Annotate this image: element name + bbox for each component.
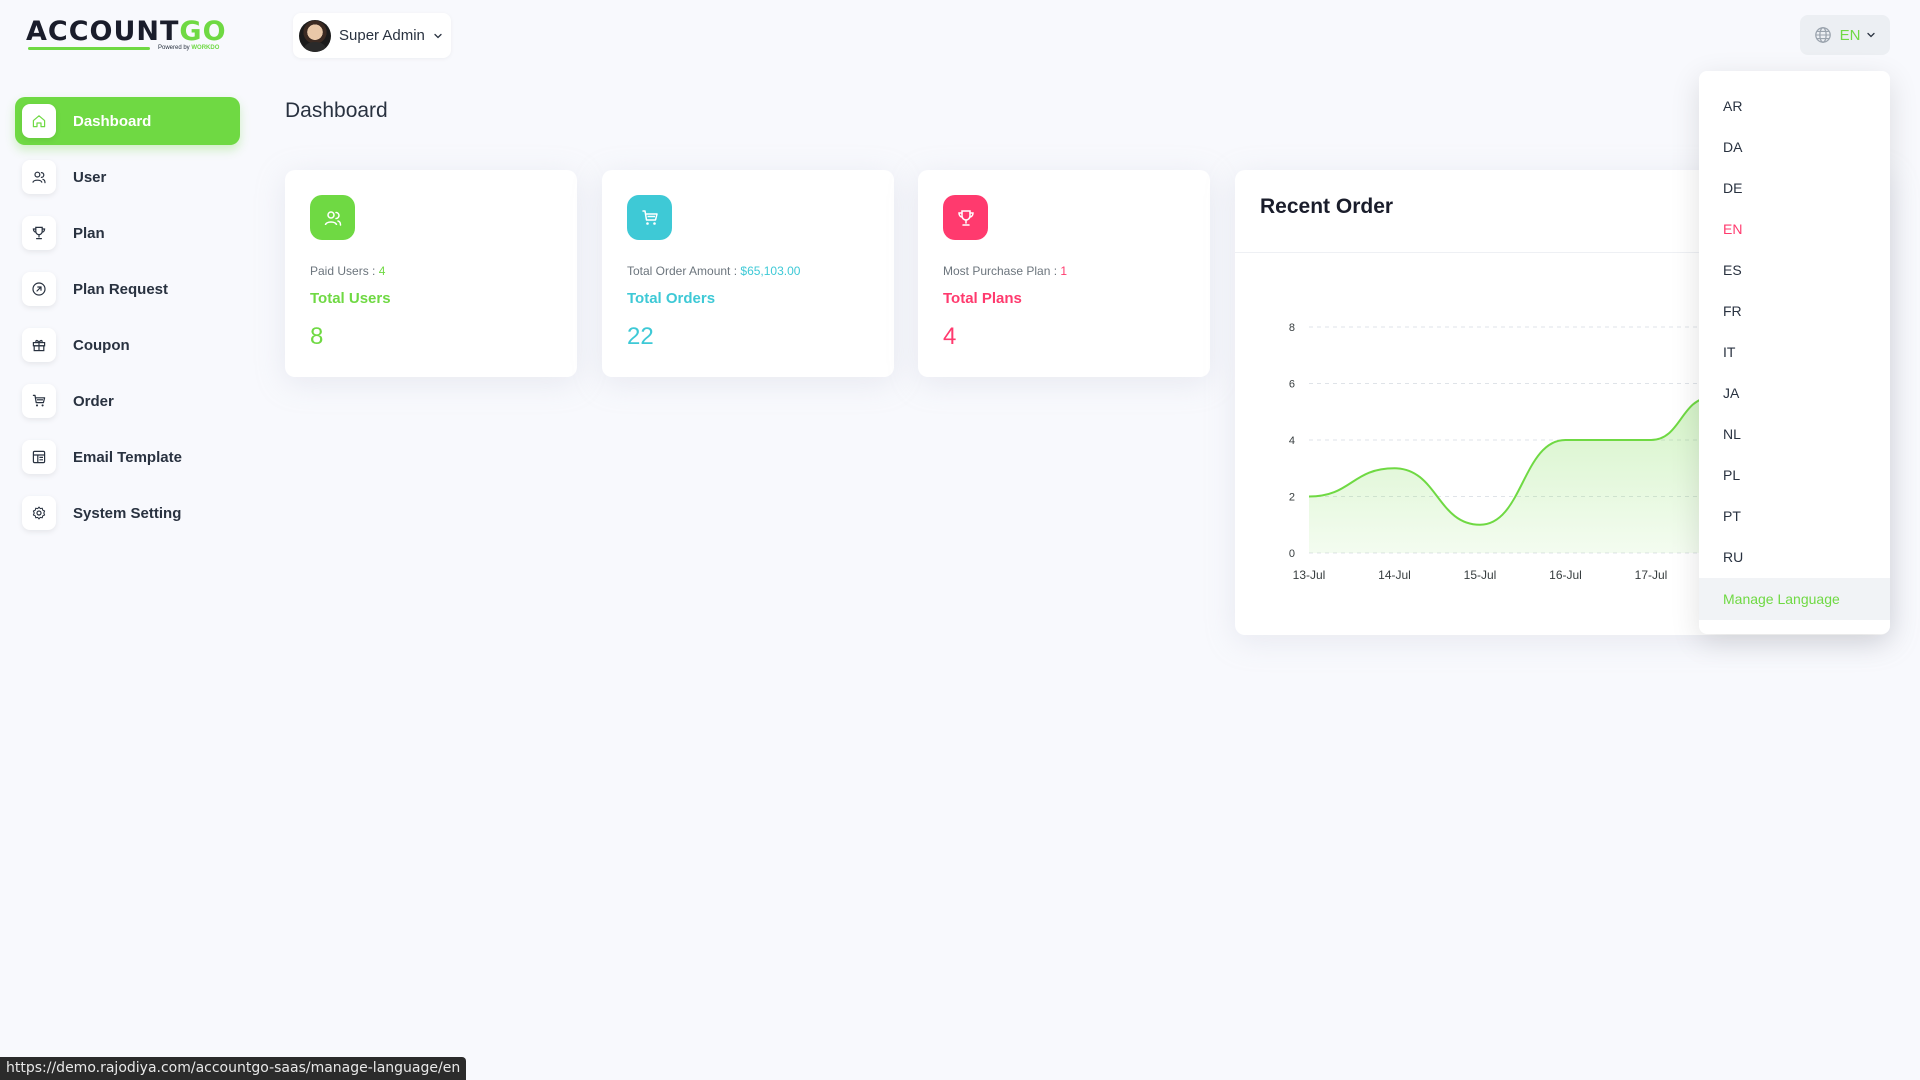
sidebar-icon-box xyxy=(22,216,56,250)
sidebar-item-label: User xyxy=(73,168,107,186)
user-menu-button[interactable]: Super Admin xyxy=(293,13,451,58)
stat-card-total-users: Paid Users : 4 Total Users 8 xyxy=(285,170,577,377)
stat-card-total-plans: Most Purchase Plan : 1 Total Plans 4 xyxy=(918,170,1210,377)
logo-subtext: Powered by WORKDO xyxy=(158,45,220,51)
arrow-up-right-circle-icon xyxy=(32,282,46,296)
trophy-icon xyxy=(32,226,46,240)
language-dropdown: AR DA DE EN ES FR IT JA NL PL PT RU Manage Language xyxy=(1699,71,1890,634)
language-option-pt[interactable]: PT xyxy=(1699,495,1890,536)
users-icon xyxy=(32,171,46,184)
x-tick-label: 14-Jul xyxy=(1378,568,1411,582)
language-option-it[interactable]: IT xyxy=(1699,331,1890,372)
stat-value: 4 xyxy=(943,323,957,350)
y-tick-label: 0 xyxy=(1289,548,1295,560)
stat-title: Total Orders xyxy=(627,290,716,307)
sidebar-icon-box xyxy=(22,104,56,138)
sidebar-item-user[interactable]: User xyxy=(15,153,240,201)
y-tick-label: 4 xyxy=(1289,435,1295,447)
language-option-nl[interactable]: NL xyxy=(1699,413,1890,454)
language-option-ru[interactable]: RU xyxy=(1699,536,1890,577)
logo[interactable]: ACCOUNTGO Powered by WORKDO xyxy=(26,16,232,56)
sidebar-icon-box xyxy=(22,384,56,418)
stat-icon-box xyxy=(310,195,355,240)
user-name: Super Admin xyxy=(339,27,425,44)
template-icon xyxy=(32,450,46,464)
gift-icon xyxy=(32,339,46,352)
sidebar-item-label: Dashboard xyxy=(73,112,152,130)
sidebar-icon-box xyxy=(22,272,56,306)
status-bar-url: https://demo.rajodiya.com/accountgo-saas… xyxy=(0,1057,467,1080)
sidebar-item-system-setting[interactable]: System Setting xyxy=(15,489,240,537)
stat-subtext: Most Purchase Plan : 1 xyxy=(943,264,1068,278)
stat-title: Total Plans xyxy=(943,290,1022,307)
sidebar-icon-box xyxy=(22,440,56,474)
stat-card-total-orders: Total Order Amount : $65,103.00 Total Ord… xyxy=(602,170,894,377)
sidebar-item-plan[interactable]: Plan xyxy=(15,209,240,257)
avatar xyxy=(299,19,331,52)
stat-subtext: Total Order Amount : $65,103.00 xyxy=(627,264,801,278)
chart-title: Recent Order xyxy=(1260,195,1394,218)
stat-value: 8 xyxy=(310,323,324,350)
sidebar-nav: Dashboard User Plan Plan Request Coupon Order… xyxy=(15,97,240,545)
language-option-en[interactable]: EN xyxy=(1699,208,1890,249)
sidebar-item-email-template[interactable]: Email Template xyxy=(15,433,240,481)
sidebar-item-dashboard[interactable]: Dashboard xyxy=(15,97,240,145)
stat-subtext: Paid Users : 4 xyxy=(310,264,386,278)
sidebar-item-label: Coupon xyxy=(73,336,130,354)
gear-icon xyxy=(32,506,46,520)
sidebar-item-coupon[interactable]: Coupon xyxy=(15,321,240,369)
users-icon xyxy=(324,210,341,226)
x-tick-label: 15-Jul xyxy=(1464,568,1497,582)
language-option-ar[interactable]: AR xyxy=(1699,85,1890,126)
logo-text: ACCOUNTGO xyxy=(26,16,227,47)
language-option-da[interactable]: DA xyxy=(1699,126,1890,167)
page-title: Dashboard xyxy=(285,99,388,122)
stat-icon-box xyxy=(627,195,672,240)
y-tick-label: 2 xyxy=(1289,492,1295,504)
sidebar-item-order[interactable]: Order xyxy=(15,377,240,425)
cart-icon xyxy=(32,394,46,407)
logo-underline xyxy=(28,47,150,50)
chevron-down-icon xyxy=(434,33,442,38)
sidebar-icon-box xyxy=(22,496,56,530)
language-option-pl[interactable]: PL xyxy=(1699,454,1890,495)
sidebar-item-label: Order xyxy=(73,392,114,410)
x-tick-label: 17-Jul xyxy=(1635,568,1668,582)
language-code: EN xyxy=(1839,26,1861,44)
language-option-de[interactable]: DE xyxy=(1699,167,1890,208)
sidebar: ACCOUNTGO Powered by WORKDO Dashboard Use… xyxy=(0,0,255,1080)
y-tick-label: 8 xyxy=(1289,322,1295,334)
manage-language-link[interactable]: Manage Language xyxy=(1699,578,1890,620)
chevron-down-icon xyxy=(1867,32,1876,38)
x-tick-label: 13-Jul xyxy=(1293,568,1326,582)
sidebar-item-label: Email Template xyxy=(73,448,182,466)
stat-icon-box xyxy=(943,195,988,240)
y-tick-label: 6 xyxy=(1289,379,1295,391)
sidebar-icon-box xyxy=(22,328,56,362)
language-option-fr[interactable]: FR xyxy=(1699,290,1890,331)
language-option-ja[interactable]: JA xyxy=(1699,372,1890,413)
trophy-icon xyxy=(957,209,974,226)
stat-title: Total Users xyxy=(310,290,391,307)
sidebar-item-label: System Setting xyxy=(73,504,182,522)
x-tick-label: 16-Jul xyxy=(1549,568,1582,582)
language-button[interactable]: EN xyxy=(1800,15,1890,55)
stat-value: 22 xyxy=(627,323,654,350)
cart-icon xyxy=(641,209,658,225)
home-icon xyxy=(32,115,46,128)
language-option-es[interactable]: ES xyxy=(1699,249,1890,290)
sidebar-item-label: Plan xyxy=(73,224,105,242)
sidebar-icon-box xyxy=(22,160,56,194)
sidebar-item-plan-request[interactable]: Plan Request xyxy=(15,265,240,313)
sidebar-item-label: Plan Request xyxy=(73,280,169,298)
globe-icon xyxy=(1814,27,1831,43)
